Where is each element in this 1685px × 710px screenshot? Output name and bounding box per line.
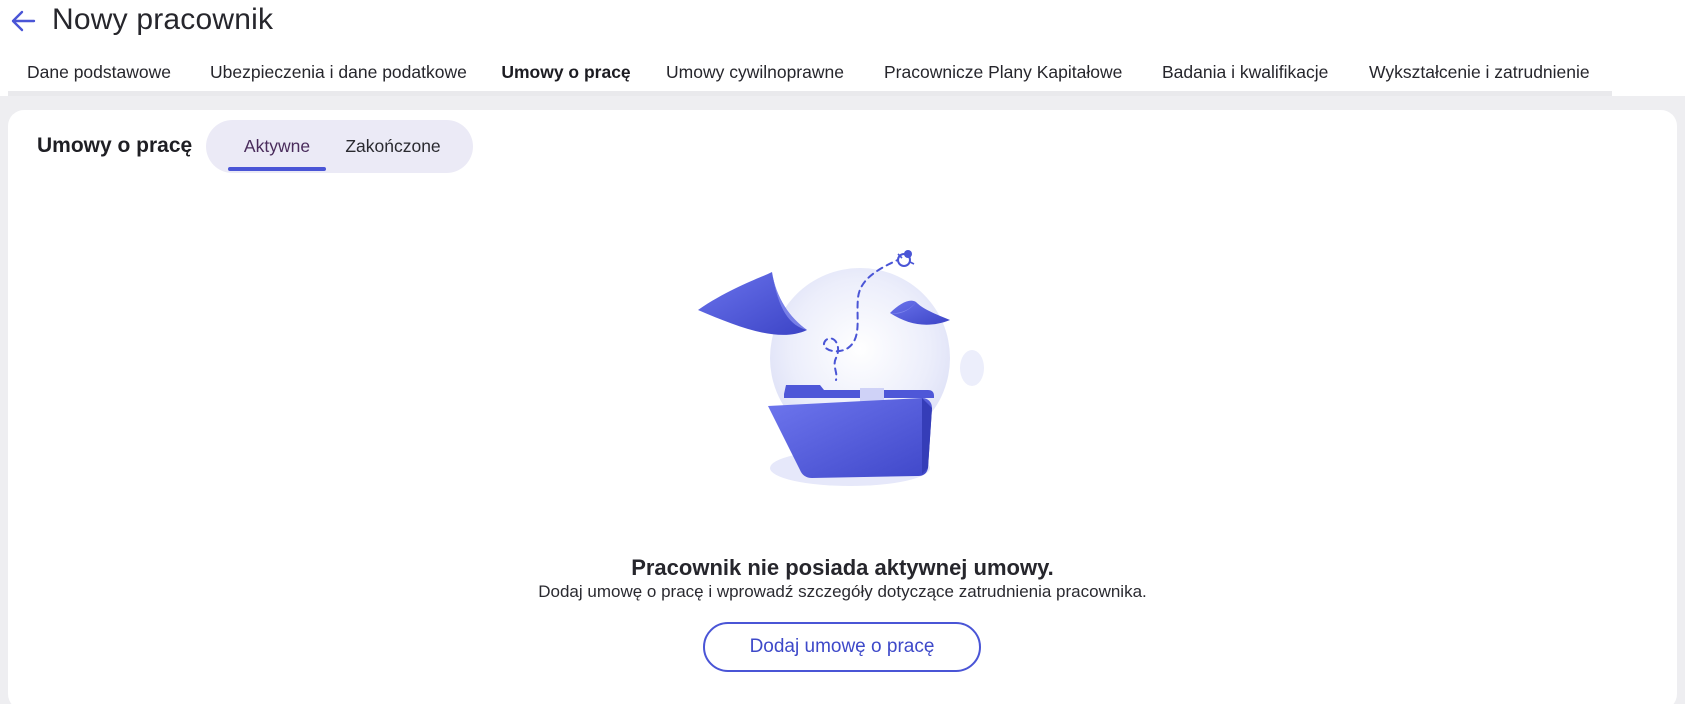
tab-dane-podstawowe[interactable]: Dane podstawowe bbox=[27, 52, 171, 96]
status-filter: Aktywne Zakończone bbox=[206, 120, 473, 173]
filter-zakonczone[interactable]: Zakończone bbox=[332, 120, 454, 173]
arrow-left-icon bbox=[11, 10, 36, 32]
empty-state-description: Dodaj umowę o pracę i wprowadź szczegóły… bbox=[538, 582, 1147, 601]
tab-ppk[interactable]: Pracownicze Plany Kapitałowe bbox=[884, 52, 1122, 96]
add-contract-button[interactable]: Dodaj umowę o pracę bbox=[703, 622, 981, 672]
section-title: Umowy o pracę bbox=[37, 134, 193, 157]
tab-umowy-cywilnoprawne[interactable]: Umowy cywilnoprawne bbox=[666, 52, 844, 96]
page-title: Nowy pracownik bbox=[52, 3, 274, 36]
tab-ubezpieczenia[interactable]: Ubezpieczenia i dane podatkowe bbox=[210, 52, 467, 96]
empty-state-title: Pracownik nie posiada aktywnej umowy. bbox=[631, 555, 1054, 580]
header: Nowy pracownik bbox=[0, 0, 1685, 50]
filter-aktywne[interactable]: Aktywne bbox=[228, 120, 326, 173]
back-button[interactable] bbox=[8, 8, 38, 34]
tab-bar: Dane podstawowe Ubezpieczenia i dane pod… bbox=[8, 52, 1612, 100]
tab-umowy-o-prace[interactable]: Umowy o pracę bbox=[486, 52, 646, 100]
tab-badania[interactable]: Badania i kwalifikacje bbox=[1162, 52, 1328, 96]
tab-wyksztalcenie[interactable]: Wykształcenie i zatrudnienie bbox=[1369, 52, 1590, 96]
empty-folder-illustration bbox=[690, 248, 1000, 498]
